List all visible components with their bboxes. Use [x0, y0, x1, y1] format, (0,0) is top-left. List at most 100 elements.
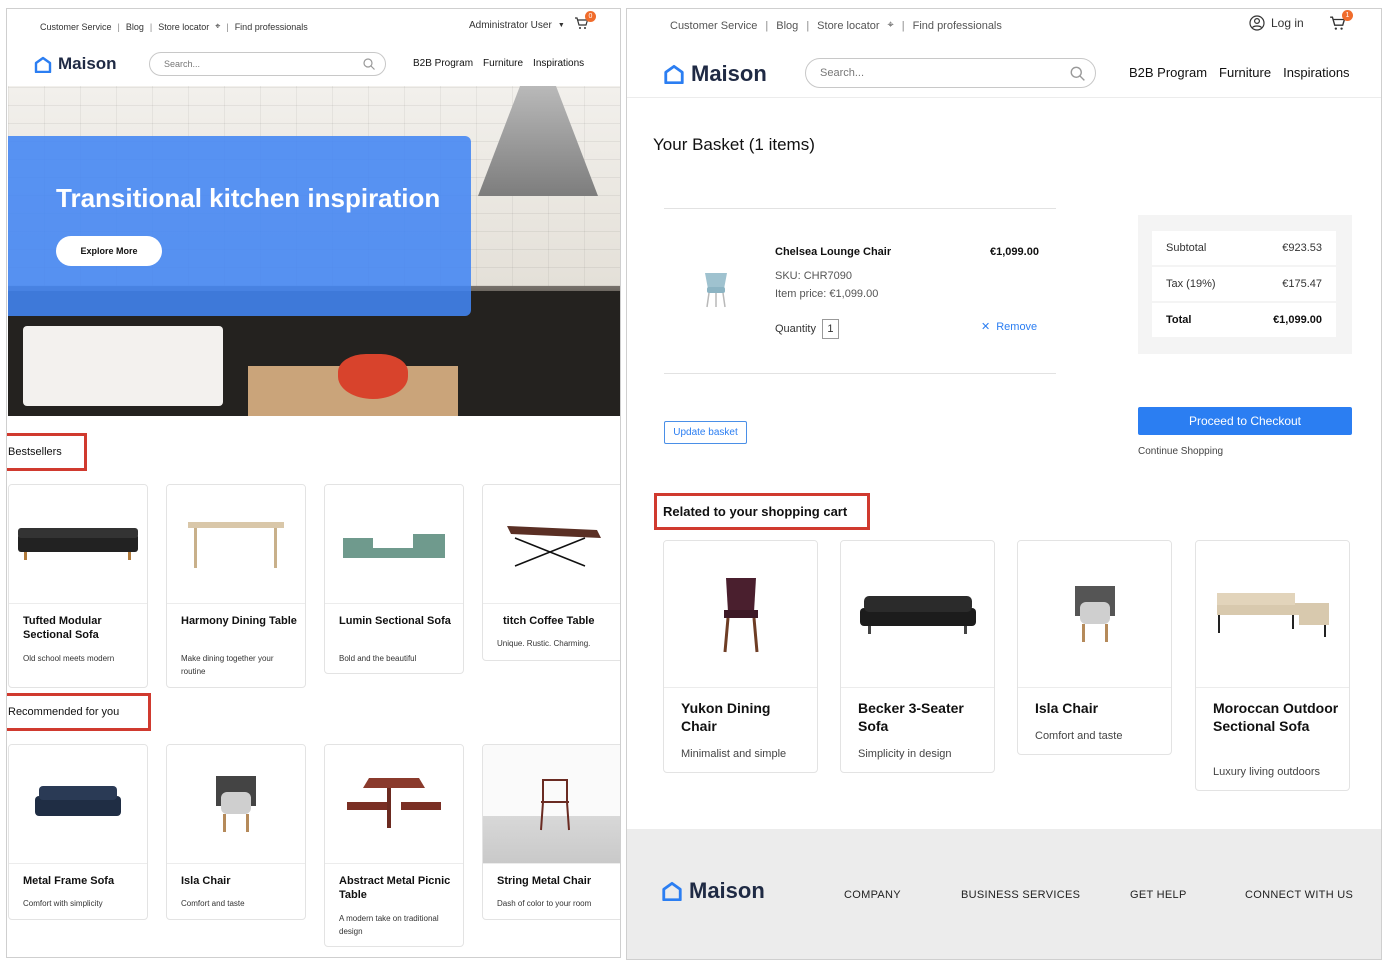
product-image	[325, 485, 463, 603]
product-title[interactable]: titch Coffee Table	[503, 614, 618, 628]
product-description: Minimalist and simple	[681, 748, 787, 760]
farmhouse-sink-illustration	[23, 326, 223, 406]
brand-name: Maison	[58, 54, 117, 73]
location-pin-icon: ⌖	[215, 21, 221, 31]
main-nav: B2B Program Furniture Inspirations	[413, 58, 584, 69]
util-link-customer-service[interactable]: Customer Service	[40, 22, 112, 32]
product-title[interactable]: Metal Frame Sofa	[23, 874, 139, 888]
footer-link-get-help[interactable]: GET HELP	[1130, 889, 1187, 901]
nav-inspirations[interactable]: Inspirations	[533, 58, 584, 69]
product-card[interactable]: Isla Chair Comfort and taste	[1017, 540, 1172, 755]
search-input[interactable]: Search...	[149, 52, 386, 76]
footer-link-company[interactable]: COMPANY	[844, 889, 901, 901]
product-card[interactable]: Abstract Metal Picnic Table A modern tak…	[324, 744, 464, 947]
product-title[interactable]: Yukon Dining Chair	[681, 699, 809, 735]
continue-shopping-link[interactable]: Continue Shopping	[1138, 446, 1223, 457]
hero-banner: Transitional kitchen inspiration Explore…	[8, 86, 620, 416]
summary-label: Tax (19%)	[1166, 278, 1216, 290]
product-card[interactable]: Isla Chair Comfort and taste	[166, 744, 306, 920]
product-image	[9, 745, 147, 863]
update-basket-button[interactable]: Update basket	[664, 421, 747, 444]
product-card[interactable]: titch Coffee Table Unique. Rustic. Charm…	[482, 484, 620, 661]
util-link-find-professionals[interactable]: Find professionals	[235, 22, 308, 32]
footer-link-connect[interactable]: CONNECT WITH US	[1245, 889, 1353, 901]
product-card[interactable]: Moroccan Outdoor Sectional Sofa Luxury l…	[1195, 540, 1350, 791]
summary-row-total: Total €1,099.00	[1152, 303, 1336, 337]
product-image	[325, 745, 463, 863]
product-card[interactable]: Tufted Modular Sectional Sofa Old school…	[8, 484, 148, 688]
product-image	[483, 485, 620, 603]
product-image	[167, 745, 305, 863]
basket-item-name[interactable]: Chelsea Lounge Chair	[775, 246, 891, 258]
product-description: Simplicity in design	[858, 748, 952, 760]
product-description: Luxury living outdoors	[1213, 766, 1321, 778]
product-title[interactable]: Becker 3-Seater Sofa	[858, 699, 986, 735]
cart-icon[interactable]: 0	[574, 11, 596, 31]
util-link-store-locator[interactable]: Store locator	[817, 20, 879, 32]
product-title[interactable]: Isla Chair	[181, 874, 297, 888]
nav-furniture[interactable]: Furniture	[483, 58, 523, 69]
search-icon[interactable]	[363, 58, 375, 70]
product-title[interactable]: Lumin Sectional Sofa	[339, 614, 455, 628]
product-image	[483, 745, 620, 863]
explore-more-button[interactable]: Explore More	[56, 236, 162, 266]
product-title[interactable]: Tufted Modular Sectional Sofa	[23, 614, 139, 642]
product-description: Bold and the beautiful	[339, 654, 417, 663]
util-link-customer-service[interactable]: Customer Service	[670, 20, 757, 32]
product-card[interactable]: String Metal Chair Dash of color to your…	[482, 744, 620, 920]
product-description: Comfort and taste	[181, 899, 245, 908]
util-link-store-locator[interactable]: Store locator	[158, 22, 209, 32]
brand-logo[interactable]: Maison	[34, 54, 117, 74]
product-title[interactable]: String Metal Chair	[497, 874, 618, 888]
product-title[interactable]: Harmony Dining Table	[181, 614, 297, 628]
remove-link[interactable]: ✕ Remove	[981, 320, 1037, 334]
product-image	[1196, 541, 1349, 687]
product-image	[9, 485, 147, 603]
quantity-input[interactable]: 1	[821, 319, 839, 339]
nav-b2b-program[interactable]: B2B Program	[1129, 65, 1207, 80]
site-footer: Maison COMPANY BUSINESS SERVICES GET HEL…	[627, 829, 1381, 959]
remove-label[interactable]: Remove	[996, 321, 1037, 333]
close-icon: ✕	[981, 321, 991, 333]
main-nav: B2B Program Furniture Inspirations	[1129, 65, 1350, 80]
proceed-to-checkout-button[interactable]: Proceed to Checkout	[1138, 407, 1352, 435]
util-link-find-professionals[interactable]: Find professionals	[913, 20, 1002, 32]
search-icon[interactable]	[1070, 66, 1085, 81]
product-card[interactable]: Lumin Sectional Sofa Bold and the beauti…	[324, 484, 464, 674]
product-card[interactable]: Becker 3-Seater Sofa Simplicity in desig…	[840, 540, 995, 773]
order-summary: Subtotal €923.53 Tax (19%) €175.47 Total…	[1138, 215, 1352, 354]
basket-top-divider	[664, 208, 1056, 209]
nav-furniture[interactable]: Furniture	[1219, 65, 1271, 80]
login-link[interactable]: Log in	[1249, 15, 1304, 31]
footer-logo[interactable]: Maison	[661, 878, 765, 904]
product-description: A modern take on traditional design	[339, 914, 439, 936]
summary-value: €923.53	[1282, 242, 1322, 254]
login-label[interactable]: Log in	[1271, 16, 1304, 30]
user-menu[interactable]: Administrator User ▼	[469, 20, 565, 31]
header-divider	[627, 97, 1381, 98]
brand-logo[interactable]: Maison	[663, 61, 767, 87]
product-card[interactable]: Harmony Dining Table Make dining togethe…	[166, 484, 306, 688]
util-link-blog[interactable]: Blog	[126, 22, 144, 32]
house-logo-icon	[34, 56, 52, 73]
product-description: Comfort with simplicity	[23, 899, 103, 908]
product-title[interactable]: Moroccan Outdoor Sectional Sofa	[1213, 699, 1341, 735]
cart-icon[interactable]: 1	[1329, 10, 1353, 32]
related-heading: Related to your shopping cart	[654, 493, 870, 530]
product-title[interactable]: Isla Chair	[1035, 699, 1163, 717]
product-card[interactable]: Metal Frame Sofa Comfort with simplicity	[8, 744, 148, 920]
product-description: Comfort and taste	[1035, 730, 1123, 742]
util-link-blog[interactable]: Blog	[776, 20, 798, 32]
nav-inspirations[interactable]: Inspirations	[1283, 65, 1349, 80]
product-description: Old school meets modern	[23, 654, 115, 663]
product-card[interactable]: Yukon Dining Chair Minimalist and simple	[663, 540, 818, 773]
nav-b2b-program[interactable]: B2B Program	[413, 58, 473, 69]
product-title[interactable]: Abstract Metal Picnic Table	[339, 874, 455, 902]
product-image	[841, 541, 994, 687]
user-menu-label[interactable]: Administrator User	[469, 20, 552, 31]
footer-link-business-services[interactable]: BUSINESS SERVICES	[961, 889, 1080, 901]
basket-item-image	[701, 269, 731, 314]
quantity-row: Quantity 1	[775, 319, 839, 339]
hero-overlay: Transitional kitchen inspiration Explore…	[8, 136, 471, 316]
search-input[interactable]: Search...	[805, 58, 1096, 88]
